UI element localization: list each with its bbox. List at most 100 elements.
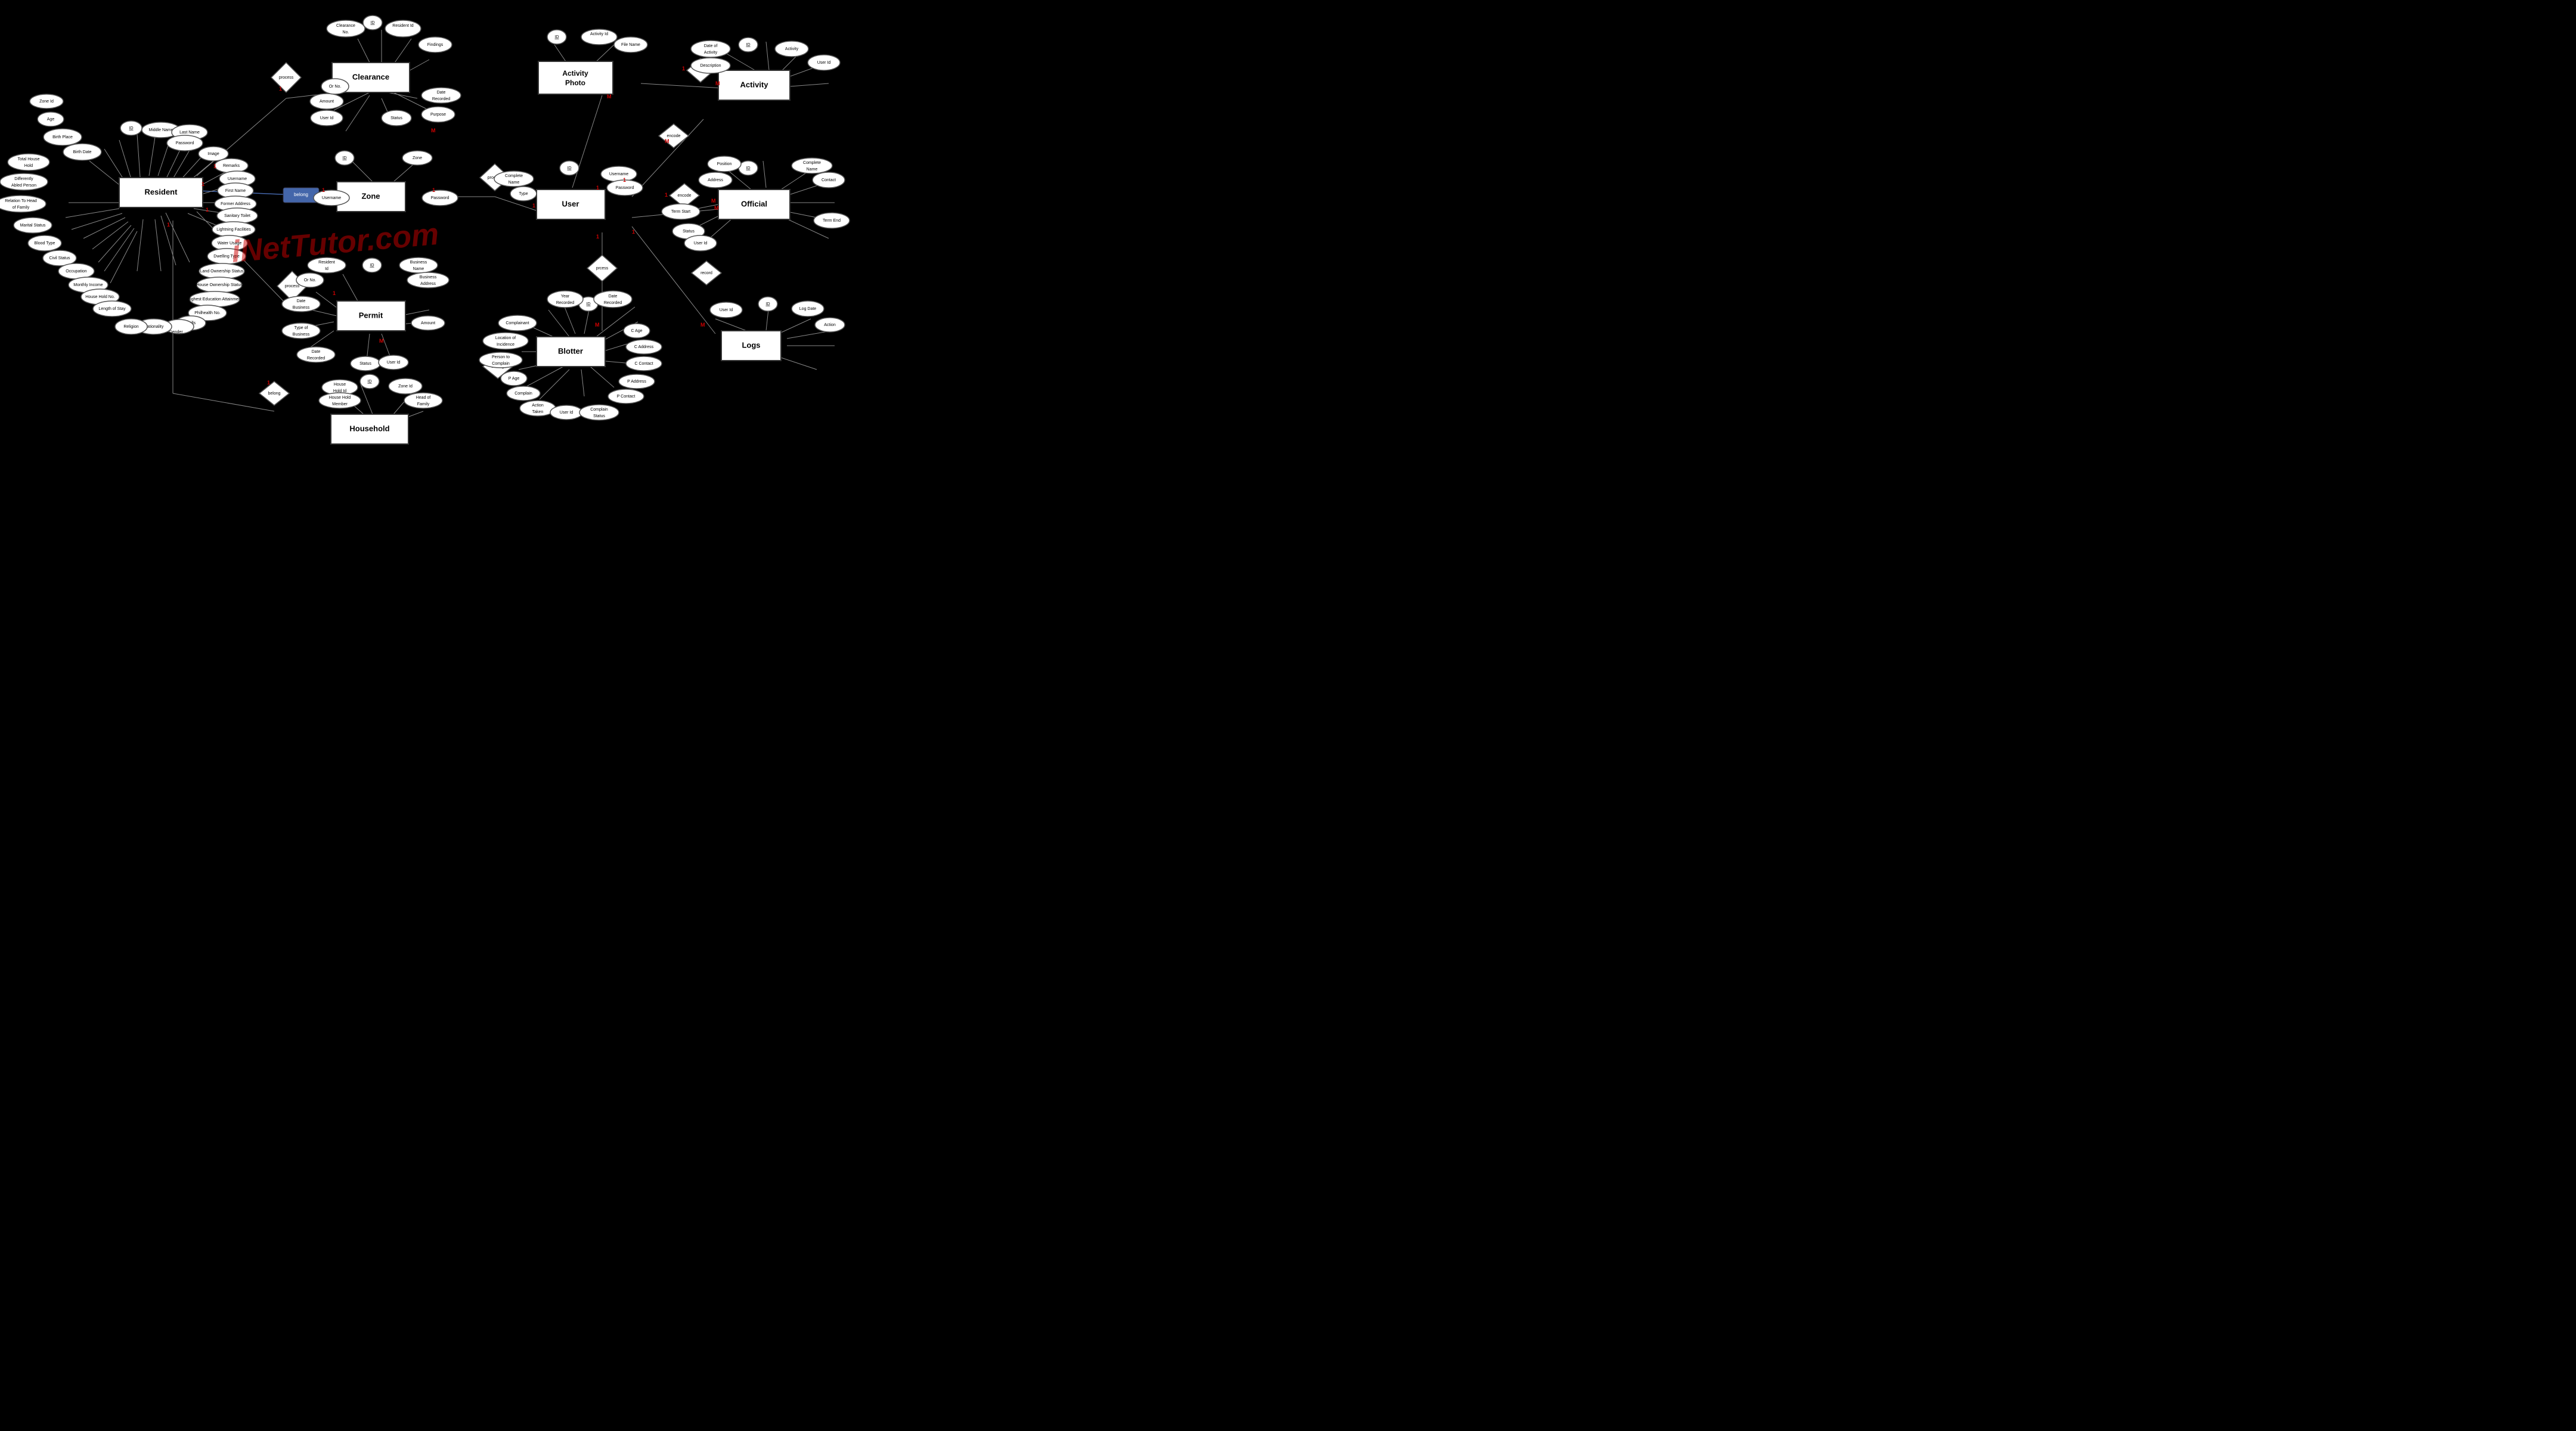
attr-type-business: Type of <box>295 326 308 330</box>
attr-findings: Findings <box>427 43 444 47</box>
svg-text:Business: Business <box>293 306 310 310</box>
attr-p-address: P Address <box>627 380 646 384</box>
svg-text:Complain: Complain <box>492 362 510 366</box>
svg-text:of Family: of Family <box>13 206 30 210</box>
attr-user-id-p: User Id <box>387 361 401 365</box>
process-label-5: prcess <box>596 266 609 271</box>
entity-user-label: User <box>562 199 579 208</box>
attr-position: Position <box>717 162 732 166</box>
entity-logs-label: Logs <box>742 340 760 349</box>
process-label-3: process <box>285 284 300 288</box>
entity-zone-label: Zone <box>361 191 380 200</box>
attr-log-date: Log Date <box>799 307 817 311</box>
card-1-res-zone: 1 <box>202 181 204 187</box>
attr-user-id-u: ID <box>568 166 572 170</box>
entity-clearance-label: Clearance <box>352 72 389 81</box>
attr-date-recorded-b: Date <box>609 294 618 299</box>
attr-civil-status: Civil Status <box>49 256 70 260</box>
attr-activity-id-ap: Activity Id <box>590 32 608 36</box>
card-1-ap-act: 1 <box>682 66 685 72</box>
attr-resident-id-cl: Resident Id <box>392 24 414 28</box>
attr-former-address: Former Address <box>221 202 250 206</box>
attr-monthly-income: Monthly Income <box>73 283 103 287</box>
attr-head-family: Head of <box>416 396 431 400</box>
attr-date-activity: Date of <box>704 44 718 48</box>
attr-user-id-of: User Id <box>694 241 708 246</box>
attr-p-age: P Age <box>509 377 520 381</box>
card-1-h: 1 <box>267 380 270 386</box>
attr-household-id-h: House <box>334 383 346 387</box>
card-m-cl: M <box>431 128 436 134</box>
attr-religion: Religion <box>123 325 138 329</box>
card-1-res-p: 1 <box>206 207 209 213</box>
card-m-official: M <box>711 198 716 204</box>
attr-middle-name: Middle Name <box>148 128 173 132</box>
attr-user-id-cl: User Id <box>320 116 334 120</box>
attr-date-recorded-cl: Date <box>437 91 446 95</box>
svg-text:Family: Family <box>417 402 430 406</box>
attr-address: Address <box>708 178 723 182</box>
svg-text:belong: belong <box>294 192 308 197</box>
attr-zone-id-h: Zone Id <box>398 384 413 389</box>
attr-birth-date: Birth Date <box>73 150 91 154</box>
svg-text:Name: Name <box>509 181 520 185</box>
attr-purpose: Purpose <box>430 113 446 117</box>
attr-sanitary-toilet: Sanitary Toilet <box>224 214 250 218</box>
attr-differently-abled: Differently <box>14 177 33 181</box>
attr-length-stay: Length of Stay <box>98 307 126 311</box>
svg-text:Id: Id <box>325 267 328 271</box>
attr-business-name: Business <box>410 260 427 265</box>
card-1-u-bl: 1 <box>596 234 599 240</box>
card-m-u-act: M <box>665 138 669 144</box>
card-1-res-h: 1 <box>167 222 170 228</box>
card-1-proc-cl: 1 <box>279 86 282 92</box>
card-m-ap: M <box>607 94 612 100</box>
card-1-zone-u: 1 <box>432 187 435 193</box>
attr-status-cl: Status <box>390 116 402 120</box>
entity-activity-photo-label2: Photo <box>565 79 585 87</box>
attr-zone-z: Zone <box>413 156 422 160</box>
record-label: record <box>700 271 712 275</box>
attr-location: Location of <box>495 336 516 340</box>
attr-last-name: Last Name <box>179 131 200 135</box>
attr-complain-status: Complain <box>590 408 608 412</box>
entity-resident-label: Resident <box>145 187 178 196</box>
entity-activity-label: Activity <box>740 80 769 89</box>
attr-household-no: House Hold No. <box>85 295 114 299</box>
attr-password-res: Password <box>176 141 194 145</box>
attr-c-contact: C Contact <box>634 362 653 366</box>
attr-complainant: Complainant <box>506 321 529 325</box>
attr-age: Age <box>47 117 55 122</box>
attr-username-z: Username <box>322 196 341 200</box>
attr-gender: Gender <box>169 330 183 334</box>
attr-clearance-id: ID <box>371 21 375 25</box>
entity-activity-photo <box>538 61 613 94</box>
attr-c-address: C Address <box>634 345 654 349</box>
attr-year-recorded: Year <box>561 294 570 299</box>
attr-zone-id-z: ID <box>343 156 347 160</box>
svg-text:Recorded: Recorded <box>604 301 622 305</box>
attr-blood-type: Blood Type <box>35 241 55 246</box>
attr-c-age: C Age <box>631 329 642 333</box>
svg-text:Recorded: Recorded <box>432 97 450 101</box>
attr-action: Action <box>824 323 836 327</box>
attr-activity-name: Activity <box>785 47 799 51</box>
process-label-1: process <box>279 76 294 80</box>
svg-text:Recorded: Recorded <box>556 301 574 305</box>
attr-birth-place: Birth Place <box>52 135 73 139</box>
attr-business-addr: Business <box>420 275 437 280</box>
svg-text:Address: Address <box>420 282 436 286</box>
attr-description: Description <box>700 64 721 68</box>
attr-first-name: First Name <box>225 189 246 193</box>
er-diagram: process belong process belong process ha… <box>0 0 858 477</box>
attr-relation: Relation To Head <box>5 199 37 203</box>
card-1-user: 1 <box>532 203 535 209</box>
card-m-of: M <box>714 205 719 211</box>
encode-label-1: encode <box>667 134 681 138</box>
encode-label-2: encode <box>678 194 692 198</box>
card-1-res-cl: 1 <box>213 163 216 169</box>
attr-user-id-l: User Id <box>720 308 733 312</box>
card-1-u-act: 1 <box>623 177 626 183</box>
attr-status-p: Status <box>359 362 371 366</box>
card-1-u-of: 1 <box>665 192 668 198</box>
